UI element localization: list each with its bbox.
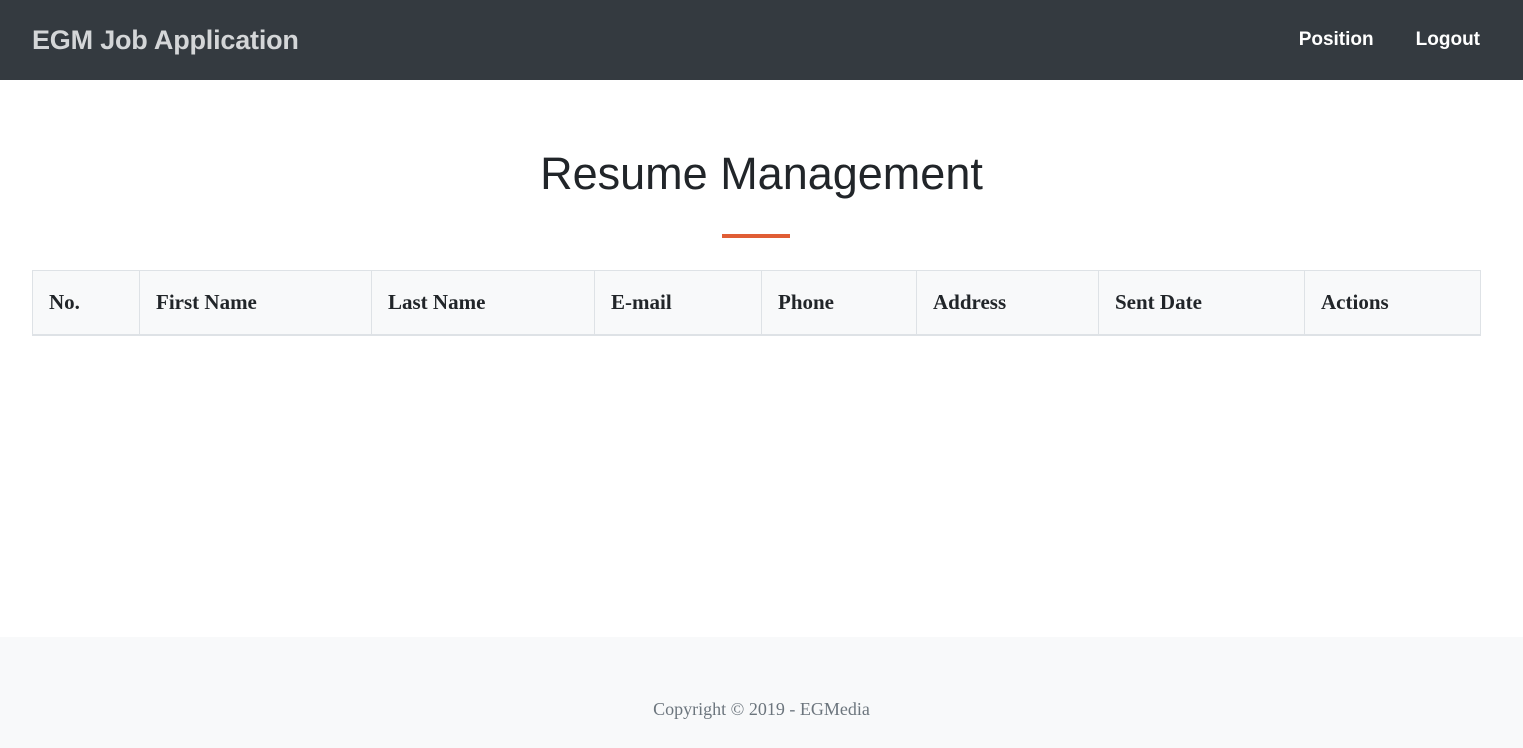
column-header-first-name: First Name: [139, 270, 372, 336]
table-header: No. First Name Last Name E-mail Phone Ad…: [32, 270, 1481, 336]
copyright-text: Copyright © 2019 - EGMedia: [653, 699, 870, 719]
column-header-address: Address: [916, 270, 1099, 336]
nav-link-position[interactable]: Position: [1268, 29, 1385, 51]
column-header-sent-date: Sent Date: [1098, 270, 1305, 336]
nav-link-logout[interactable]: Logout: [1385, 29, 1491, 51]
title-underline: [722, 234, 790, 238]
column-header-phone: Phone: [761, 270, 917, 336]
resume-table: No. First Name Last Name E-mail Phone Ad…: [32, 270, 1481, 336]
nav-links: Position Logout: [1268, 29, 1491, 51]
column-header-email: E-mail: [594, 270, 762, 336]
top-navbar: EGM Job Application Position Logout: [0, 0, 1523, 80]
page-footer: Copyright © 2019 - EGMedia: [0, 637, 1523, 748]
column-header-no: No.: [32, 270, 140, 336]
brand-link[interactable]: EGM Job Application: [32, 25, 299, 56]
page-title: Resume Management: [540, 148, 983, 199]
column-header-actions: Actions: [1304, 270, 1481, 336]
table-header-row: No. First Name Last Name E-mail Phone Ad…: [32, 270, 1481, 336]
column-header-last-name: Last Name: [371, 270, 595, 336]
